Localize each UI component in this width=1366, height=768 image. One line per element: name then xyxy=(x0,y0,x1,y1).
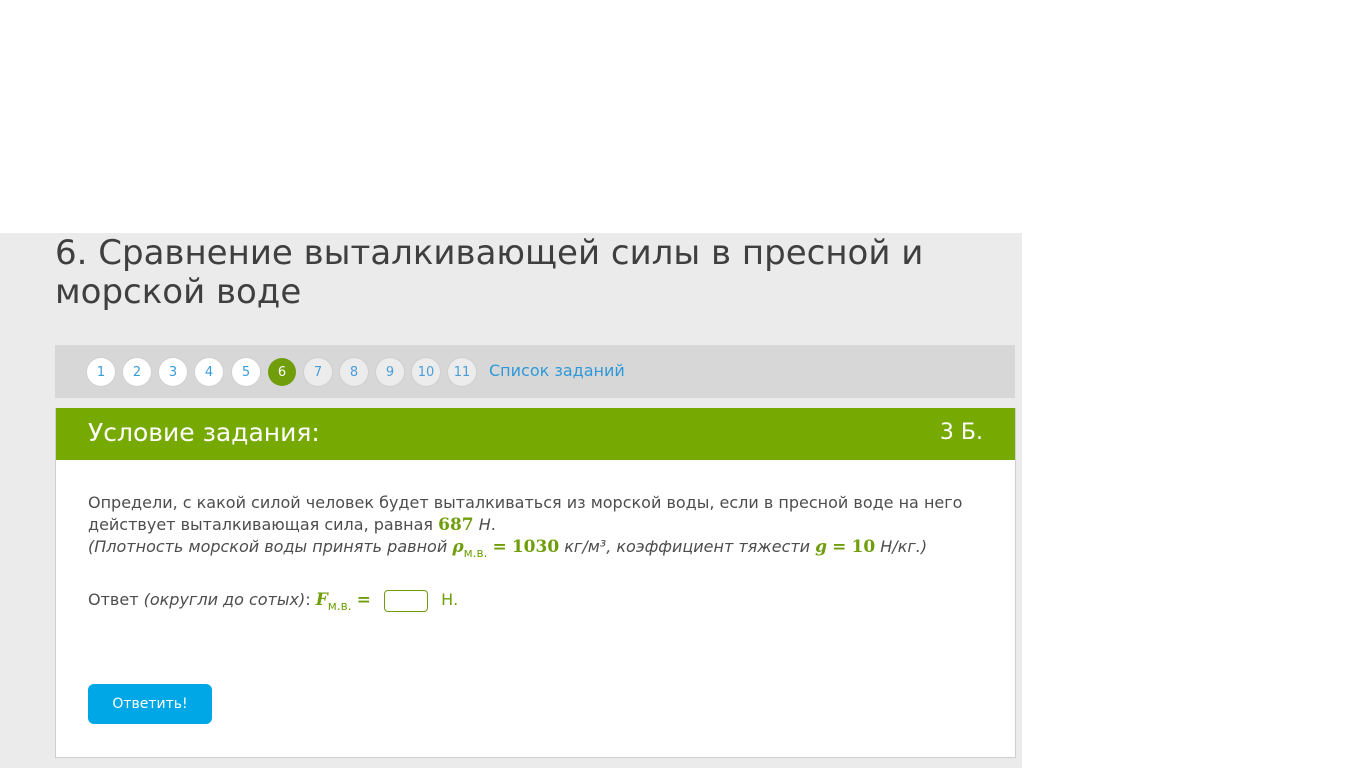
period: . xyxy=(490,515,496,534)
task-nav-item[interactable]: 9 xyxy=(376,358,404,386)
task-card: Условие задания: 3 Б. Определи, с какой … xyxy=(55,408,1016,758)
answer-colon: : xyxy=(305,590,311,609)
equals-sign: = xyxy=(492,537,507,557)
rho-value: 1030 xyxy=(511,537,560,557)
answer-unit: Н. xyxy=(441,590,459,609)
task-nav-item[interactable]: 2 xyxy=(123,358,151,386)
task-nav-item[interactable]: 4 xyxy=(195,358,223,386)
f-symbol: Fм.в. xyxy=(315,590,352,613)
task-nav-item[interactable]: 3 xyxy=(159,358,187,386)
rho-unit: кг/м³, коэффициент тяжести xyxy=(564,537,811,556)
answer-input[interactable] xyxy=(384,589,428,612)
equals-sign: = xyxy=(356,590,371,610)
task-nav-item[interactable]: 5 xyxy=(232,358,260,386)
answer-row: Ответ (округли до сотых): Fм.в. = Н. xyxy=(88,588,788,613)
task-nav-item-active[interactable]: 6 xyxy=(268,358,296,386)
force-unit: Н xyxy=(478,515,491,534)
task-condition-title: Условие задания: xyxy=(88,418,320,447)
answer-label: Ответ xyxy=(88,590,139,609)
task-points: 3 Б. xyxy=(939,420,983,445)
hint-open: (Плотность морской воды принять равной xyxy=(88,537,448,556)
task-nav-item[interactable]: 8 xyxy=(340,358,368,386)
equals-sign: = xyxy=(832,537,847,557)
f-subscript: м.в. xyxy=(327,599,352,613)
task-card-header: Условие задания: 3 Б. xyxy=(56,408,1015,460)
task-nav-item[interactable]: 10 xyxy=(412,358,440,386)
rho-symbol: ρм.в. xyxy=(452,537,488,560)
task-list-link[interactable]: Список заданий xyxy=(489,361,625,380)
task-nav-item[interactable]: 11 xyxy=(448,358,476,386)
task-nav-item[interactable]: 7 xyxy=(304,358,332,386)
page-title: 6. Сравнение выталкивающей силы в пресно… xyxy=(55,233,924,312)
task-nav-item[interactable]: 1 xyxy=(87,358,115,386)
rho-subscript: м.в. xyxy=(463,546,488,560)
problem-text: Определи, с какой силой человек будет вы… xyxy=(88,493,963,534)
task-navigation: 1 2 3 4 5 6 7 8 9 10 11 Список заданий xyxy=(55,345,1015,398)
g-symbol: g xyxy=(815,537,828,557)
problem-statement: Определи, с какой силой человек будет вы… xyxy=(88,492,988,560)
hint-close: Н/кг.) xyxy=(880,537,928,556)
g-value: 10 xyxy=(851,537,876,557)
answer-hint: (округли до сотых) xyxy=(143,590,306,609)
submit-answer-button[interactable]: Ответить! xyxy=(88,684,212,724)
force-value: 687 xyxy=(438,515,474,535)
